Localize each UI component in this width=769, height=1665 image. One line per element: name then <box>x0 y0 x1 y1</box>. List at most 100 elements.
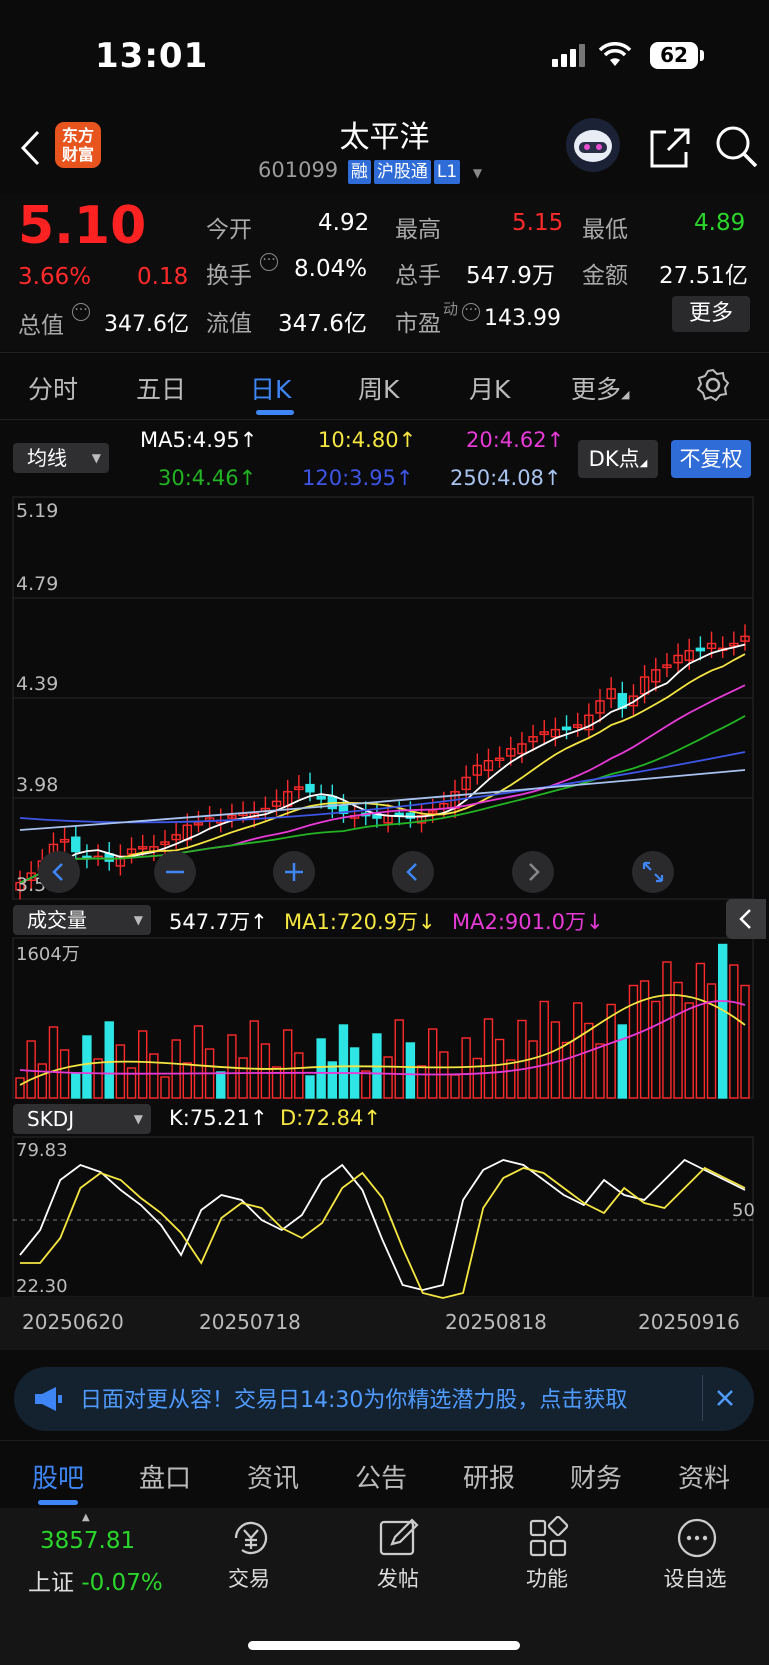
scroll-left-icon[interactable] <box>38 851 80 893</box>
skdj-d: D:72.84↑ <box>280 1106 381 1130</box>
y-tick: 4.79 <box>16 573 59 595</box>
volume-bar <box>59 1049 70 1099</box>
tab-news[interactable]: 资讯 <box>247 1458 299 1495</box>
skdj-k-line <box>19 1158 746 1291</box>
volume-bar <box>171 1039 181 1099</box>
volume-bar <box>561 1041 572 1099</box>
close-icon[interactable] <box>714 1387 736 1409</box>
volume-bar <box>126 1067 137 1099</box>
status-time: 13:01 <box>95 36 209 76</box>
volume-bar <box>416 1065 427 1099</box>
trade-icon[interactable] <box>228 1516 274 1560</box>
x-tick: 20250620 <box>22 1310 124 1334</box>
tab-monthly-k[interactable]: 月K <box>469 370 510 406</box>
volume-bar <box>193 1025 204 1099</box>
candle-body <box>695 647 706 652</box>
volume-bar <box>394 1019 404 1099</box>
share-icon[interactable] <box>648 126 692 170</box>
volume-bar <box>216 1071 226 1099</box>
ma20-value: 20:4.62↑ <box>466 428 565 452</box>
banner-text[interactable]: 日面对更从容！交易日14:30为你精选潜力股，点击获取 <box>80 1382 700 1414</box>
volume-bar <box>149 1053 159 1099</box>
volume-bar <box>316 1038 326 1099</box>
tab-more[interactable]: 更多◢ <box>571 370 629 406</box>
candle-body <box>71 836 81 853</box>
skdj-k: K:75.21↑ <box>169 1106 268 1130</box>
volume-bar <box>550 1021 561 1099</box>
volume-bar <box>227 1034 237 1099</box>
post-icon[interactable] <box>376 1516 422 1560</box>
index-value[interactable]: 3857.81 <box>40 1528 135 1554</box>
volume-ma1: MA1:720.9万↓ <box>284 910 436 934</box>
volume-ma1-line <box>19 994 746 1086</box>
bottom-tab-indicator <box>38 1500 78 1505</box>
indicator-dropdown-volume[interactable]: 成交量 ▼ <box>13 905 151 935</box>
open-value: 4.92 <box>318 210 370 236</box>
total-cap-label: 总值 <box>18 313 64 339</box>
volume-bar <box>137 1030 148 1099</box>
volume-bar <box>740 984 750 1099</box>
volume-bar <box>182 1062 193 1099</box>
tab-weekly-k[interactable]: 周K <box>358 370 399 406</box>
trade-label[interactable]: 交易 <box>204 1563 294 1593</box>
candle-body <box>561 726 572 731</box>
indicator-dropdown-ma[interactable]: 均线 ▼ <box>13 443 109 473</box>
robot-assistant-icon[interactable] <box>566 118 620 172</box>
collapse-panel-icon[interactable] <box>726 899 766 939</box>
no-adjust-button[interactable]: 不复权 <box>671 440 751 478</box>
candle-body <box>316 795 326 800</box>
dk-point-button[interactable]: DK点◢ <box>578 440 658 478</box>
x-tick: 20250818 <box>445 1310 547 1334</box>
zoom-out-icon[interactable] <box>154 851 196 893</box>
tag-margin: 融 <box>347 160 371 184</box>
volume-bar <box>260 1043 271 1099</box>
volume-bar <box>651 1000 661 1099</box>
tab-forum[interactable]: 股吧 <box>32 1458 84 1495</box>
zoom-in-icon[interactable] <box>273 851 315 893</box>
x-tick: 20250916 <box>638 1310 740 1334</box>
volume-ma2: MA2:901.0万↓ <box>452 910 604 934</box>
float-cap-label: 流值 <box>206 311 252 337</box>
settings-gear-icon[interactable] <box>696 368 730 402</box>
quote-more-button[interactable]: 更多 <box>672 296 750 332</box>
fullscreen-icon[interactable] <box>632 851 674 893</box>
volume-bar <box>26 1040 36 1099</box>
tab-announcements[interactable]: 公告 <box>355 1458 407 1495</box>
watchlist-add-icon[interactable] <box>674 1516 720 1560</box>
index-line[interactable]: 上证 -0.07% <box>28 1563 163 1597</box>
functions-icon[interactable] <box>526 1516 572 1560</box>
pe-dynamic-mark: 动 <box>443 300 459 318</box>
volume-bar <box>282 1029 293 1099</box>
tab-research[interactable]: 研报 <box>463 1458 515 1495</box>
volume-bar <box>584 1022 594 1099</box>
skdj-frame <box>12 1136 754 1298</box>
watchlist-label[interactable]: 设自选 <box>650 1563 740 1593</box>
volume-bar <box>695 962 706 1099</box>
volume-bar <box>684 1002 694 1099</box>
tab-intraday[interactable]: 分时 <box>28 370 78 406</box>
search-icon[interactable] <box>714 124 760 170</box>
high-value: 5.15 <box>512 210 564 236</box>
post-label[interactable]: 发帖 <box>353 1563 443 1593</box>
x-tick: 20250718 <box>199 1310 301 1334</box>
next-icon[interactable] <box>512 851 554 893</box>
tab-daily-k[interactable]: 日K <box>250 370 291 406</box>
ma-line <box>19 643 746 884</box>
tab-five-day[interactable]: 五日 <box>136 370 186 406</box>
ma250-value: 250:4.08↑ <box>450 466 562 490</box>
volume-bar <box>104 1021 114 1099</box>
info-icon[interactable]: ··· <box>462 303 480 321</box>
info-icon[interactable]: ··· <box>260 253 278 271</box>
tab-profile[interactable]: 资料 <box>678 1458 730 1495</box>
tag-level: L1 <box>433 160 461 184</box>
skdj-mid: 50 <box>732 1200 755 1221</box>
functions-label[interactable]: 功能 <box>502 1563 592 1593</box>
info-icon[interactable]: ··· <box>72 303 90 321</box>
prev-icon[interactable] <box>392 851 434 893</box>
candle-body <box>305 783 315 793</box>
tab-financials[interactable]: 财务 <box>570 1458 622 1495</box>
tab-orderbook[interactable]: 盘口 <box>139 1458 191 1495</box>
indicator-dropdown-skdj[interactable]: SKDJ ▼ <box>13 1104 151 1134</box>
volume-bar <box>271 1066 282 1099</box>
total-cap-value: 347.6亿 <box>104 312 189 337</box>
